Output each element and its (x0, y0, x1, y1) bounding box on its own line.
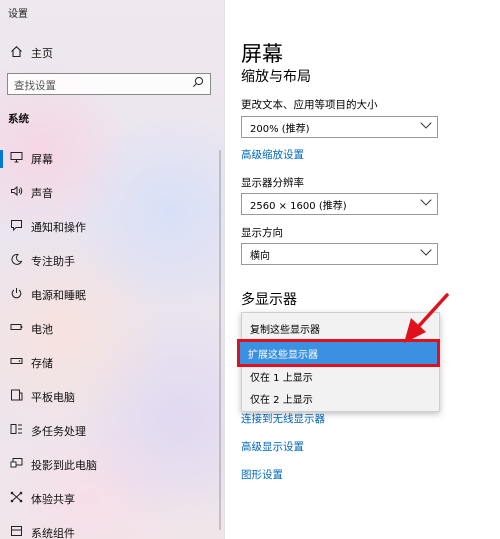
sidebar-item-label: 电池 (31, 323, 53, 336)
chevron-down-icon (420, 244, 432, 256)
sidebar-item-power[interactable]: 电源和睡眠 (0, 282, 224, 308)
menu-option-only-2[interactable]: 仅在 2 上显示 (242, 387, 439, 409)
menu-option-label: 仅在 1 上显示 (250, 373, 313, 384)
moon-icon (8, 253, 24, 268)
sidebar-item-label: 体验共享 (31, 493, 75, 506)
sidebar-item-notifications[interactable]: 通知和操作 (0, 214, 224, 240)
sidebar-item-label: 专注助手 (31, 255, 75, 268)
tablet-icon (8, 389, 24, 404)
menu-option-label: 复制这些显示器 (250, 325, 320, 336)
storage-icon (8, 355, 24, 370)
sidebar-item-label: 存储 (31, 357, 53, 370)
resolution-label: 显示器分辨率 (241, 177, 304, 189)
sidebar-item-multitasking[interactable]: 多任务处理 (0, 418, 224, 444)
sidebar-item-battery[interactable]: 电池 (0, 316, 224, 342)
orientation-dropdown[interactable]: 横向 (241, 243, 438, 265)
menu-option-label: 仅在 2 上显示 (250, 395, 313, 406)
menu-option-duplicate[interactable]: 复制这些显示器 (242, 317, 439, 339)
sidebar-item-label: 投影到此电脑 (31, 459, 97, 472)
sidebar-item-project[interactable]: 投影到此电脑 (0, 452, 224, 478)
scale-layout-heading: 缩放与布局 (241, 69, 311, 85)
resolution-dropdown[interactable]: 2560 × 1600 (推荐) (241, 193, 438, 215)
notification-icon (8, 219, 24, 234)
sidebar-item-label: 声音 (31, 187, 53, 200)
sidebar-section-title: 系统 (8, 113, 29, 125)
sidebar-item-shared-experiences[interactable]: 体验共享 (0, 486, 224, 512)
scale-value: 200% (推荐) (250, 124, 310, 135)
menu-option-only-1[interactable]: 仅在 1 上显示 (242, 365, 439, 387)
share-icon (8, 491, 24, 506)
project-icon (8, 457, 24, 472)
main-pane: 屏幕 缩放与布局 更改文本、应用等项目的大小 200% (推荐) 高级缩放设置 … (225, 0, 500, 539)
sidebar-item-components[interactable]: 系统组件 (0, 520, 224, 539)
graphics-settings-link[interactable]: 图形设置 (241, 467, 283, 482)
sidebar-item-label: 平板电脑 (31, 391, 75, 404)
sidebar-item-storage[interactable]: 存储 (0, 350, 224, 376)
menu-option-label: 扩展这些显示器 (248, 350, 318, 361)
scale-dropdown[interactable]: 200% (推荐) (241, 116, 438, 138)
power-icon (8, 287, 24, 302)
scale-label: 更改文本、应用等项目的大小 (241, 99, 378, 111)
sidebar-scrollbar[interactable] (219, 150, 221, 530)
chevron-down-icon (420, 194, 432, 206)
home-icon (8, 45, 24, 61)
orientation-label: 显示方向 (241, 227, 283, 239)
components-icon (8, 525, 24, 539)
search-field[interactable] (7, 73, 211, 96)
multitask-icon (8, 423, 24, 438)
sidebar-item-sound[interactable]: 声音 (0, 180, 224, 206)
sidebar-item-label: 电源和睡眠 (31, 289, 86, 302)
speaker-icon (8, 185, 24, 200)
sidebar-item-label: 屏幕 (31, 153, 53, 166)
window-title: 设置 (8, 9, 28, 20)
advanced-display-link[interactable]: 高级显示设置 (241, 439, 304, 454)
multi-display-menu: 复制这些显示器 扩展这些显示器 仅在 1 上显示 仅在 2 上显示 (237, 312, 440, 412)
sidebar-home[interactable]: 主页 (0, 40, 224, 64)
sidebar-item-label: 多任务处理 (31, 425, 86, 438)
sidebar-item-display[interactable]: 屏幕 (0, 146, 224, 172)
sidebar-item-focus-assist[interactable]: 专注助手 (0, 248, 224, 274)
search-icon[interactable] (192, 76, 204, 91)
multi-display-heading: 多显示器 (241, 292, 297, 308)
wireless-display-link[interactable]: 连接到无线显示器 (241, 411, 325, 426)
search-input[interactable] (8, 76, 195, 96)
resolution-value: 2560 × 1600 (推荐) (250, 201, 347, 212)
menu-option-extend[interactable]: 扩展这些显示器 (237, 339, 440, 367)
sidebar-item-label: 通知和操作 (31, 221, 86, 234)
sidebar: 设置 主页 系统 屏幕 声音 通知和操作 (0, 0, 224, 539)
battery-icon (8, 321, 24, 336)
sidebar-home-label: 主页 (31, 47, 53, 60)
chevron-down-icon (420, 117, 432, 129)
page-title: 屏幕 (241, 42, 283, 66)
sidebar-item-label: 系统组件 (31, 527, 75, 539)
advanced-scaling-link[interactable]: 高级缩放设置 (241, 147, 304, 162)
sidebar-item-tablet[interactable]: 平板电脑 (0, 384, 224, 410)
orientation-value: 横向 (250, 251, 270, 262)
monitor-icon (8, 151, 24, 166)
